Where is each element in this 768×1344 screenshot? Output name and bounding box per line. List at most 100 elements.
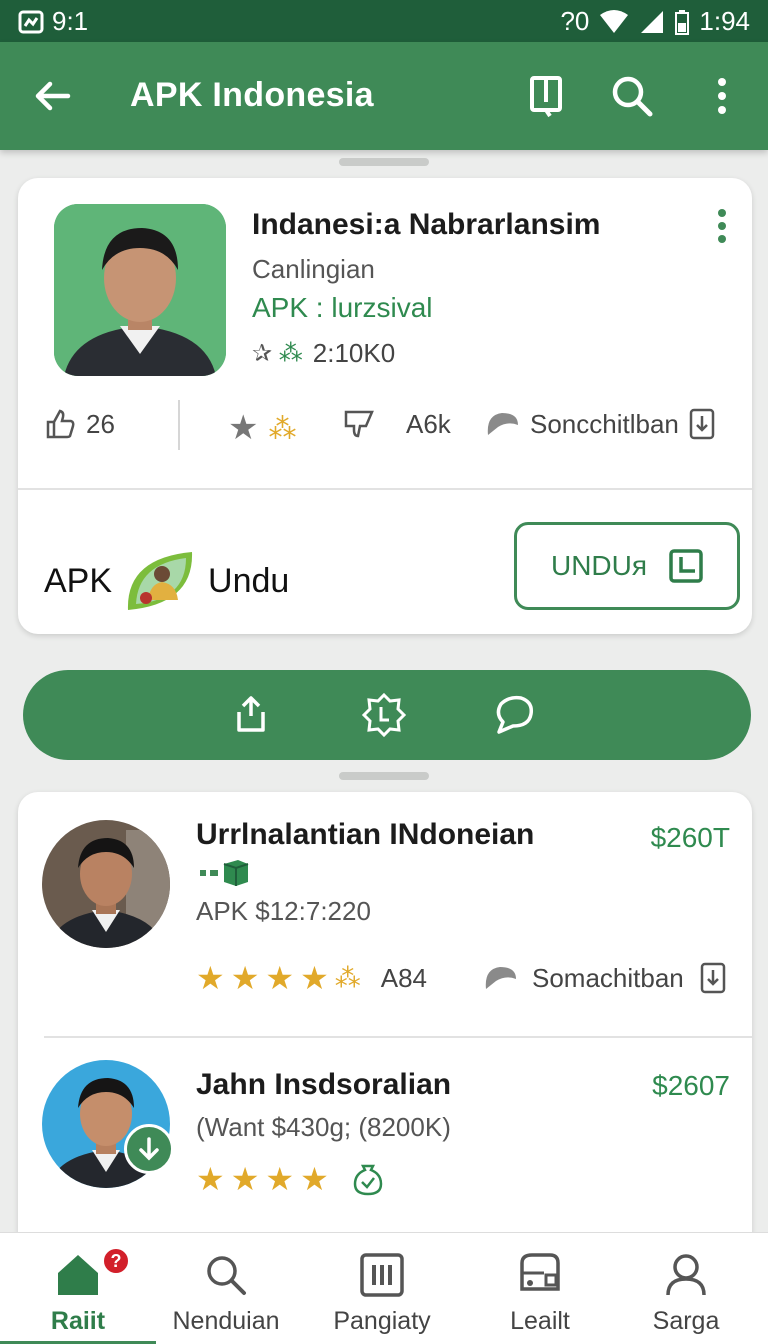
star-icon: ★	[196, 1161, 225, 1197]
status-time-right: 1:94	[699, 6, 750, 36]
page-title: APK Indonesia	[130, 76, 374, 114]
star-icon: ★	[196, 960, 225, 996]
comment-icon[interactable]	[491, 692, 537, 738]
person-icon	[666, 1254, 706, 1296]
list-avatar	[42, 820, 170, 948]
developer-name[interactable]: Canlingian	[252, 254, 375, 285]
nav-label: Leailt	[510, 1307, 570, 1335]
category-stat[interactable]: Soncchitlban	[484, 408, 715, 440]
bookmark-icon[interactable]	[522, 72, 570, 120]
thumbs-up-icon	[46, 409, 75, 439]
sparkle-icon: ⁂	[268, 412, 297, 444]
stats-divider	[178, 400, 180, 450]
verified-shield-icon	[353, 1164, 383, 1196]
category-text: Soncchitlban	[530, 408, 679, 439]
signal-icon	[641, 10, 664, 33]
leaf-thumbnail-icon	[127, 552, 193, 610]
rating-summary: ✰ ⁂ 2:10K0	[252, 338, 395, 369]
reviews-count: A6k	[406, 408, 451, 439]
action-bar	[23, 670, 751, 760]
list-item-subtitle: (Want $430g; (8200K)	[196, 1112, 451, 1142]
nav-item-profile[interactable]: Sarga	[608, 1233, 764, 1344]
download-small-icon[interactable]	[700, 962, 726, 994]
list-item-price: $2607	[652, 1070, 730, 1101]
install-icon	[669, 549, 703, 583]
likes-count: 26	[86, 408, 115, 439]
download-button[interactable]: UNDUя	[514, 522, 740, 610]
nav-label: Nenduian	[172, 1307, 280, 1335]
nav-item-search[interactable]: Nenduian	[148, 1233, 304, 1344]
rating-stars-icon: ✰ ⁂	[252, 340, 303, 367]
home-icon	[58, 1255, 98, 1295]
star-icon: ★	[230, 1161, 260, 1197]
app-list-card: Urrlnalantian INdoneian APK $12:7:220 $2…	[18, 792, 752, 1252]
download-badge-icon[interactable]	[124, 1124, 174, 1174]
star-icon: ★	[300, 1161, 329, 1197]
package-icon	[200, 860, 249, 886]
star-icon: ★	[300, 960, 329, 996]
download-label: APK Undu	[44, 548, 289, 614]
drag-handle-middle[interactable]	[339, 772, 429, 780]
person-portrait-image	[54, 204, 226, 376]
library-icon	[360, 1253, 404, 1297]
thumbs-down-icon	[344, 410, 374, 438]
download-small-icon[interactable]	[689, 408, 715, 440]
status-bar: 9:1 ?0 1:94	[0, 0, 768, 42]
chat-bubble-icon	[485, 967, 516, 989]
battery-icon	[675, 9, 690, 35]
chat-bubble-icon	[487, 413, 518, 435]
star-icon: ★	[228, 409, 259, 447]
stats-row: 26 ★ ⁂ A6k Soncchitlban	[18, 400, 752, 470]
bus-icon	[520, 1253, 560, 1291]
list-item-title: Urrlnalantian INdoneian	[196, 818, 535, 851]
gallery-notification-icon	[18, 10, 44, 33]
stars-stat: ★ ⁂	[228, 408, 296, 448]
nav-item-bus[interactable]: Leailt	[462, 1233, 618, 1344]
reviews-stat[interactable]: A6k	[342, 408, 451, 440]
bottom-navigation: Raiit ? Nenduian Pangiaty Leailt Sarga	[0, 1232, 768, 1344]
app-bar: APK Indonesia	[0, 42, 768, 150]
wifi-icon	[600, 9, 629, 33]
star-icon: ★	[265, 1161, 295, 1197]
app-name: Indanesi:a Nabrarlansim	[252, 208, 601, 241]
list-item[interactable]: Urrlnalantian INdoneian APK $12:7:220 $2…	[18, 792, 752, 1036]
apk-version-text: APK : lurzsival	[252, 292, 433, 323]
notification-badge: ?	[102, 1247, 130, 1275]
download-label-left: APK	[44, 561, 113, 600]
download-label-right: Undu	[208, 561, 290, 600]
share-icon[interactable]	[229, 692, 275, 738]
overflow-menu-icon[interactable]	[698, 72, 746, 120]
list-item-subtitle: APK $12:7:220	[196, 896, 371, 926]
drag-handle-top[interactable]	[339, 158, 429, 166]
status-time-left: 9:1	[52, 6, 89, 36]
carrier-text: ?0	[560, 6, 590, 36]
card-divider	[18, 488, 752, 490]
featured-app-card[interactable]: Indanesi:a Nabrarlansim Canlingian APK :…	[18, 178, 752, 634]
nav-item-library[interactable]: Pangiaty	[304, 1233, 460, 1344]
app-avatar	[54, 204, 226, 376]
list-item-rating-count: A84	[380, 962, 428, 993]
list-item-title: Jahn Insdsoralian	[196, 1068, 452, 1101]
list-item-price: $260T	[650, 822, 730, 853]
list-item-category-text: Somachitban	[532, 962, 684, 993]
nav-label: Pangiaty	[333, 1307, 431, 1335]
likes-stat[interactable]: 26	[44, 408, 115, 440]
half-star-icon: ⁂	[334, 963, 361, 993]
search-icon	[207, 1256, 246, 1295]
star-icon: ★	[230, 960, 260, 996]
search-icon[interactable]	[608, 72, 656, 120]
list-item-rating: ★ ★ ★ ★ ⁂ A84	[196, 962, 427, 994]
rating-count: 2:10K0	[312, 338, 396, 368]
nav-label: Sarga	[652, 1307, 720, 1335]
person-portrait-image	[42, 820, 170, 948]
nav-label: Raiit	[50, 1307, 106, 1335]
star-icon: ★	[265, 960, 295, 996]
list-item-category[interactable]: Somachitban	[482, 962, 726, 994]
download-button-label: UNDUя	[550, 550, 648, 581]
nav-item-home[interactable]: Raiit ?	[0, 1233, 156, 1344]
list-item-rating: ★ ★ ★ ★	[196, 1162, 385, 1196]
list-item[interactable]: Jahn Insdsoralian (Want $430g; (8200K) $…	[18, 1038, 752, 1252]
back-arrow-icon[interactable]	[28, 72, 76, 120]
card-more-icon[interactable]	[716, 208, 728, 244]
badge-favorite-icon[interactable]	[361, 692, 407, 738]
